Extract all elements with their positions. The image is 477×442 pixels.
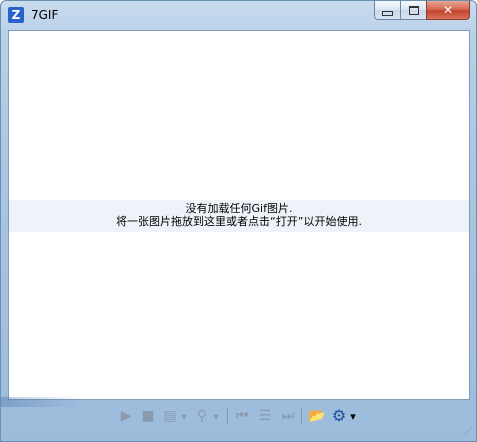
minimize-button[interactable] bbox=[374, 1, 400, 20]
window-title: 7GIF bbox=[31, 8, 59, 22]
open-folder-icon[interactable]: 📂 bbox=[307, 407, 327, 425]
frames-icon[interactable]: ▤ bbox=[161, 407, 179, 425]
image-viewport[interactable]: 没有加载任何Gif图片. 将一张图片拖放到这里或者点击“打开”以开始使用. bbox=[8, 30, 470, 400]
last-frame-icon[interactable]: ⏭ bbox=[279, 407, 297, 425]
toolbar-separator bbox=[301, 408, 302, 424]
first-frame-icon[interactable]: ⏮ bbox=[233, 407, 251, 425]
minimize-icon bbox=[382, 10, 393, 16]
empty-state-line-1: 没有加载任何Gif图片. bbox=[185, 202, 293, 215]
empty-state-message: 没有加载任何Gif图片. 将一张图片拖放到这里或者点击“打开”以开始使用. bbox=[9, 200, 469, 232]
zoom-icon[interactable]: ⚲ bbox=[193, 407, 211, 425]
settings-gear-icon[interactable]: ⚙ bbox=[330, 407, 348, 425]
close-button[interactable]: ✕ bbox=[426, 1, 470, 20]
close-icon: ✕ bbox=[442, 3, 454, 17]
frame-list-icon[interactable]: ☰ bbox=[256, 407, 274, 425]
title-bar[interactable]: Z 7GIF ✕ bbox=[1, 1, 476, 29]
caption-buttons: ✕ bbox=[374, 1, 470, 21]
app-logo-icon: Z bbox=[8, 7, 24, 23]
empty-state-line-2: 将一张图片拖放到这里或者点击“打开”以开始使用. bbox=[116, 215, 362, 228]
play-icon[interactable]: ▶ bbox=[117, 407, 135, 425]
zoom-dropdown-icon[interactable]: ▾ bbox=[211, 407, 221, 425]
maximize-icon bbox=[408, 5, 419, 15]
resize-grip-icon[interactable]: ⋰ bbox=[462, 427, 472, 437]
frames-dropdown-icon[interactable]: ▾ bbox=[179, 407, 189, 425]
toolbar-separator bbox=[227, 408, 228, 424]
playback-toolbar: ▶ ■ ▤ ▾ ⚲ ▾ ⏮ ☰ ⏭ 📂 ⚙ ▾ bbox=[1, 402, 476, 432]
maximize-button[interactable] bbox=[400, 1, 426, 20]
settings-dropdown-icon[interactable]: ▾ bbox=[348, 407, 358, 425]
stop-icon[interactable]: ■ bbox=[139, 407, 157, 425]
app-window: Z 7GIF ✕ 没有加载任何Gif图片. 将一张图片拖放到这里或者点击“打开”… bbox=[0, 0, 477, 442]
